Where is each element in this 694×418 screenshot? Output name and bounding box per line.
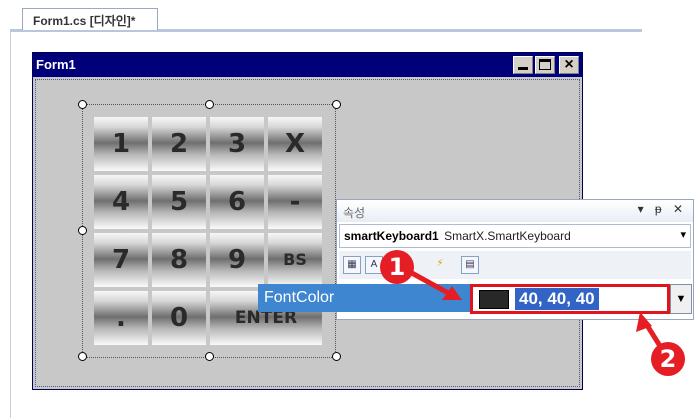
events-icon[interactable]: ⚡ [431, 256, 449, 274]
object-selector[interactable]: smartKeyboard1 SmartX.SmartKeyboard ▾ [339, 224, 691, 248]
properties-title: 속성 [343, 206, 366, 220]
key-6[interactable]: 6 [210, 175, 264, 229]
resize-handle[interactable] [332, 100, 341, 109]
object-name: smartKeyboard1 [344, 229, 439, 243]
tab-label: Form1.cs [디자인]* [33, 14, 136, 28]
key-2[interactable]: 2 [152, 117, 206, 171]
key-7[interactable]: 7 [94, 233, 148, 287]
property-value-field[interactable]: 40, 40, 40 [470, 284, 670, 314]
property-pages-icon[interactable]: ▤ [461, 256, 479, 274]
maximize-button[interactable] [535, 56, 555, 74]
key-x[interactable]: X [268, 117, 322, 171]
value-dropdown-button[interactable]: ▼ [670, 284, 692, 314]
minimize-button[interactable] [513, 56, 533, 74]
object-type: SmartX.SmartKeyboard [444, 229, 571, 243]
designer-left-edge [10, 29, 11, 418]
resize-handle[interactable] [205, 352, 214, 361]
form-title: Form1 [36, 57, 76, 72]
key-0[interactable]: 0 [152, 291, 206, 345]
property-name-fontcolor[interactable]: FontColor [258, 284, 472, 312]
step-1-number: 1 [388, 253, 406, 281]
step-2-badge: 2 [651, 342, 685, 376]
maximize-icon [539, 59, 551, 70]
arrow-step2 [642, 320, 663, 348]
categorized-icon[interactable]: ▦ [343, 256, 361, 274]
key-1[interactable]: 1 [94, 117, 148, 171]
form-titlebar[interactable]: Form1 × [33, 53, 582, 77]
key-dot[interactable]: . [94, 291, 148, 345]
tab-form1-designer[interactable]: Form1.cs [디자인]* [22, 8, 158, 30]
key-3[interactable]: 3 [210, 117, 264, 171]
property-label: FontColor [264, 289, 335, 306]
panel-tools-icons[interactable]: ▾ ᵽ ✕ [638, 202, 687, 216]
close-icon: × [564, 56, 574, 73]
key-5[interactable]: 5 [152, 175, 206, 229]
resize-handle[interactable] [78, 352, 87, 361]
close-button[interactable]: × [559, 56, 579, 74]
step-2-number: 2 [659, 345, 677, 373]
key-8[interactable]: 8 [152, 233, 206, 287]
resize-handle[interactable] [78, 226, 87, 235]
minimize-icon [518, 67, 528, 70]
properties-header: 속성 ▾ ᵽ ✕ [337, 200, 693, 222]
key-minus[interactable]: - [268, 175, 322, 229]
step-1-badge: 1 [380, 250, 414, 284]
key-bs[interactable]: BS [268, 233, 322, 287]
key-9[interactable]: 9 [210, 233, 264, 287]
key-4[interactable]: 4 [94, 175, 148, 229]
resize-handle[interactable] [78, 100, 87, 109]
resize-handle[interactable] [205, 100, 214, 109]
resize-handle[interactable] [332, 352, 341, 361]
chevron-down-icon[interactable]: ▾ [680, 228, 686, 241]
chevron-down-icon: ▼ [675, 293, 687, 305]
property-value-text: 40, 40, 40 [515, 288, 599, 310]
color-swatch [479, 290, 509, 309]
